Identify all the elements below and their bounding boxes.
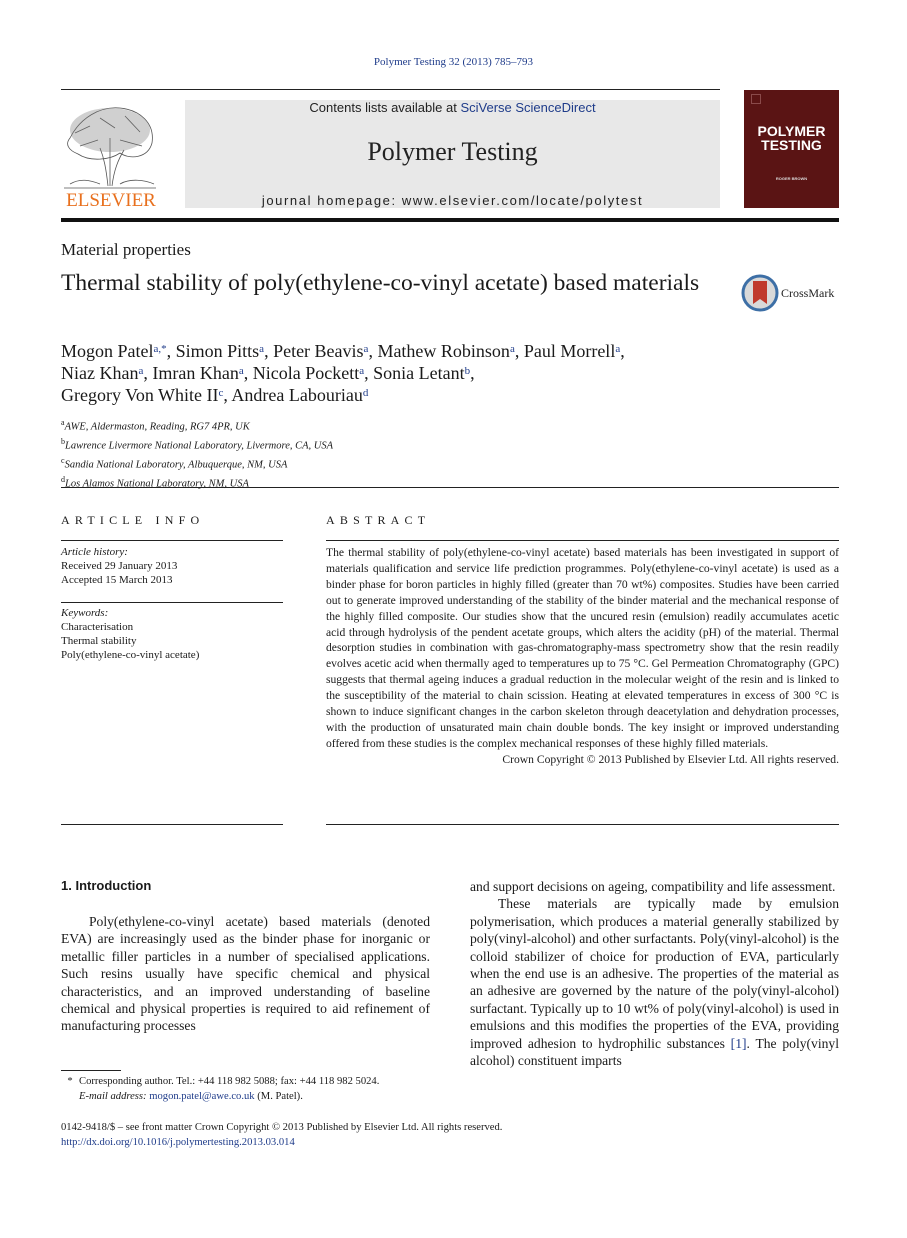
journal-homepage: journal homepage: www.elsevier.com/locat… xyxy=(261,193,644,208)
body-column-left: Poly(ethylene-co-vinyl acetate) based ma… xyxy=(61,913,430,1035)
cover-title: POLYMER TESTING xyxy=(744,124,839,152)
front-matter: 0142-9418/$ – see front matter Crown Cop… xyxy=(61,1120,502,1150)
author[interactable]: Imran Khana xyxy=(152,363,243,383)
footnote-rule xyxy=(61,1070,121,1071)
crossmark-icon[interactable] xyxy=(741,274,779,312)
author[interactable]: Sonia Letantb xyxy=(373,363,470,383)
reference-link[interactable]: [1] xyxy=(731,1036,747,1051)
paragraph: and support decisions on ageing, compati… xyxy=(470,879,836,894)
abstract-copyright: Crown Copyright © 2013 Published by Else… xyxy=(502,752,839,766)
history-label: Article history: xyxy=(61,546,128,558)
divider xyxy=(61,824,283,825)
section-label: Material properties xyxy=(61,240,191,259)
author[interactable]: Gregory Von White IIc xyxy=(61,385,223,405)
author[interactable]: Niaz Khana xyxy=(61,363,143,383)
cover-editor: ROGER BROWN xyxy=(775,176,808,181)
author[interactable]: Peter Beavisa xyxy=(273,341,368,361)
email-suffix: (M. Patel). xyxy=(254,1091,303,1102)
cover-emblem-icon xyxy=(751,94,761,104)
footnote-marker: * xyxy=(67,1076,73,1087)
cover-title-line1: POLYMER xyxy=(757,123,826,139)
paragraph: These materials are typically made by em… xyxy=(470,896,839,1069)
header-rule xyxy=(61,89,720,90)
affiliation: dLos Alamos National Laboratory, NM, USA xyxy=(61,475,249,490)
article-history: Article history: Received 29 January 201… xyxy=(61,545,177,587)
author[interactable]: Mathew Robinsona xyxy=(377,341,514,361)
author[interactable]: Paul Morrella xyxy=(524,341,620,361)
keyword: Poly(ethylene-co-vinyl acetate) xyxy=(61,649,200,661)
email-label: E-mail address: xyxy=(79,1091,147,1102)
affiliation: aAWE, Aldermaston, Reading, RG7 4PR, UK xyxy=(61,418,250,433)
divider xyxy=(61,602,283,603)
cover-title-line2: TESTING xyxy=(761,137,822,153)
affiliation: bLawrence Livermore National Laboratory,… xyxy=(61,437,334,452)
introduction-heading: 1. Introduction xyxy=(61,878,152,893)
crossmark-label[interactable]: CrossMark xyxy=(781,286,834,301)
journal-title: Polymer Testing xyxy=(367,137,538,166)
author[interactable]: Nicola Pocketta xyxy=(253,363,364,383)
author[interactable]: Simon Pittsa xyxy=(176,341,264,361)
paragraph: Poly(ethylene-co-vinyl acetate) based ma… xyxy=(61,914,430,1034)
journal-citation-link[interactable]: Polymer Testing 32 (2013) 785–793 xyxy=(0,56,907,68)
divider xyxy=(61,540,283,541)
divider xyxy=(326,824,839,825)
keyword: Thermal stability xyxy=(61,635,137,647)
contents-prefix: Contents lists available at xyxy=(309,100,461,115)
keywords-label: Keywords: xyxy=(61,607,109,619)
header-thick-rule xyxy=(61,218,839,222)
article-title: Thermal stability of poly(ethylene-co-vi… xyxy=(61,270,700,296)
divider xyxy=(326,540,839,541)
divider xyxy=(61,487,839,488)
affiliations: aAWE, Aldermaston, Reading, RG7 4PR, UK … xyxy=(61,416,333,492)
author[interactable]: Andrea Labouriaud xyxy=(231,385,368,405)
keywords: Keywords: Characterisation Thermal stabi… xyxy=(61,606,199,662)
author[interactable]: Mogon Patela,* xyxy=(61,341,167,361)
affiliation: cSandia National Laboratory, Albuquerque… xyxy=(61,456,288,471)
email-link[interactable]: mogon.patel@awe.co.uk xyxy=(149,1091,254,1102)
article-info-heading: ARTICLE INFO xyxy=(61,513,205,527)
corresponding-author-footnote: * Corresponding author. Tel.: +44 118 982… xyxy=(61,1074,441,1104)
keyword: Characterisation xyxy=(61,621,134,633)
contents-available-line: Contents lists available at SciVerse Sci… xyxy=(185,100,720,115)
corresponding-author-text: Corresponding author. Tel.: +44 118 982 … xyxy=(79,1076,380,1087)
abstract-text: The thermal stability of poly(ethylene-c… xyxy=(326,546,839,750)
elsevier-wordmark: ELSEVIER xyxy=(66,190,156,211)
received-date: Received 29 January 2013 xyxy=(61,560,178,572)
accepted-date: Accepted 15 March 2013 xyxy=(61,574,173,586)
abstract: The thermal stability of poly(ethylene-c… xyxy=(326,545,839,768)
issn-line: 0142-9418/$ – see front matter Crown Cop… xyxy=(61,1122,503,1133)
sciencedirect-link[interactable]: SciVerse ScienceDirect xyxy=(460,100,595,115)
body-column-right: and support decisions on ageing, compati… xyxy=(470,878,839,1069)
abstract-heading: ABSTRACT xyxy=(326,513,431,527)
doi-link[interactable]: http://dx.doi.org/10.1016/j.polymertesti… xyxy=(61,1135,502,1150)
author-list: Mogon Patela,*, Simon Pittsa, Peter Beav… xyxy=(61,341,625,405)
